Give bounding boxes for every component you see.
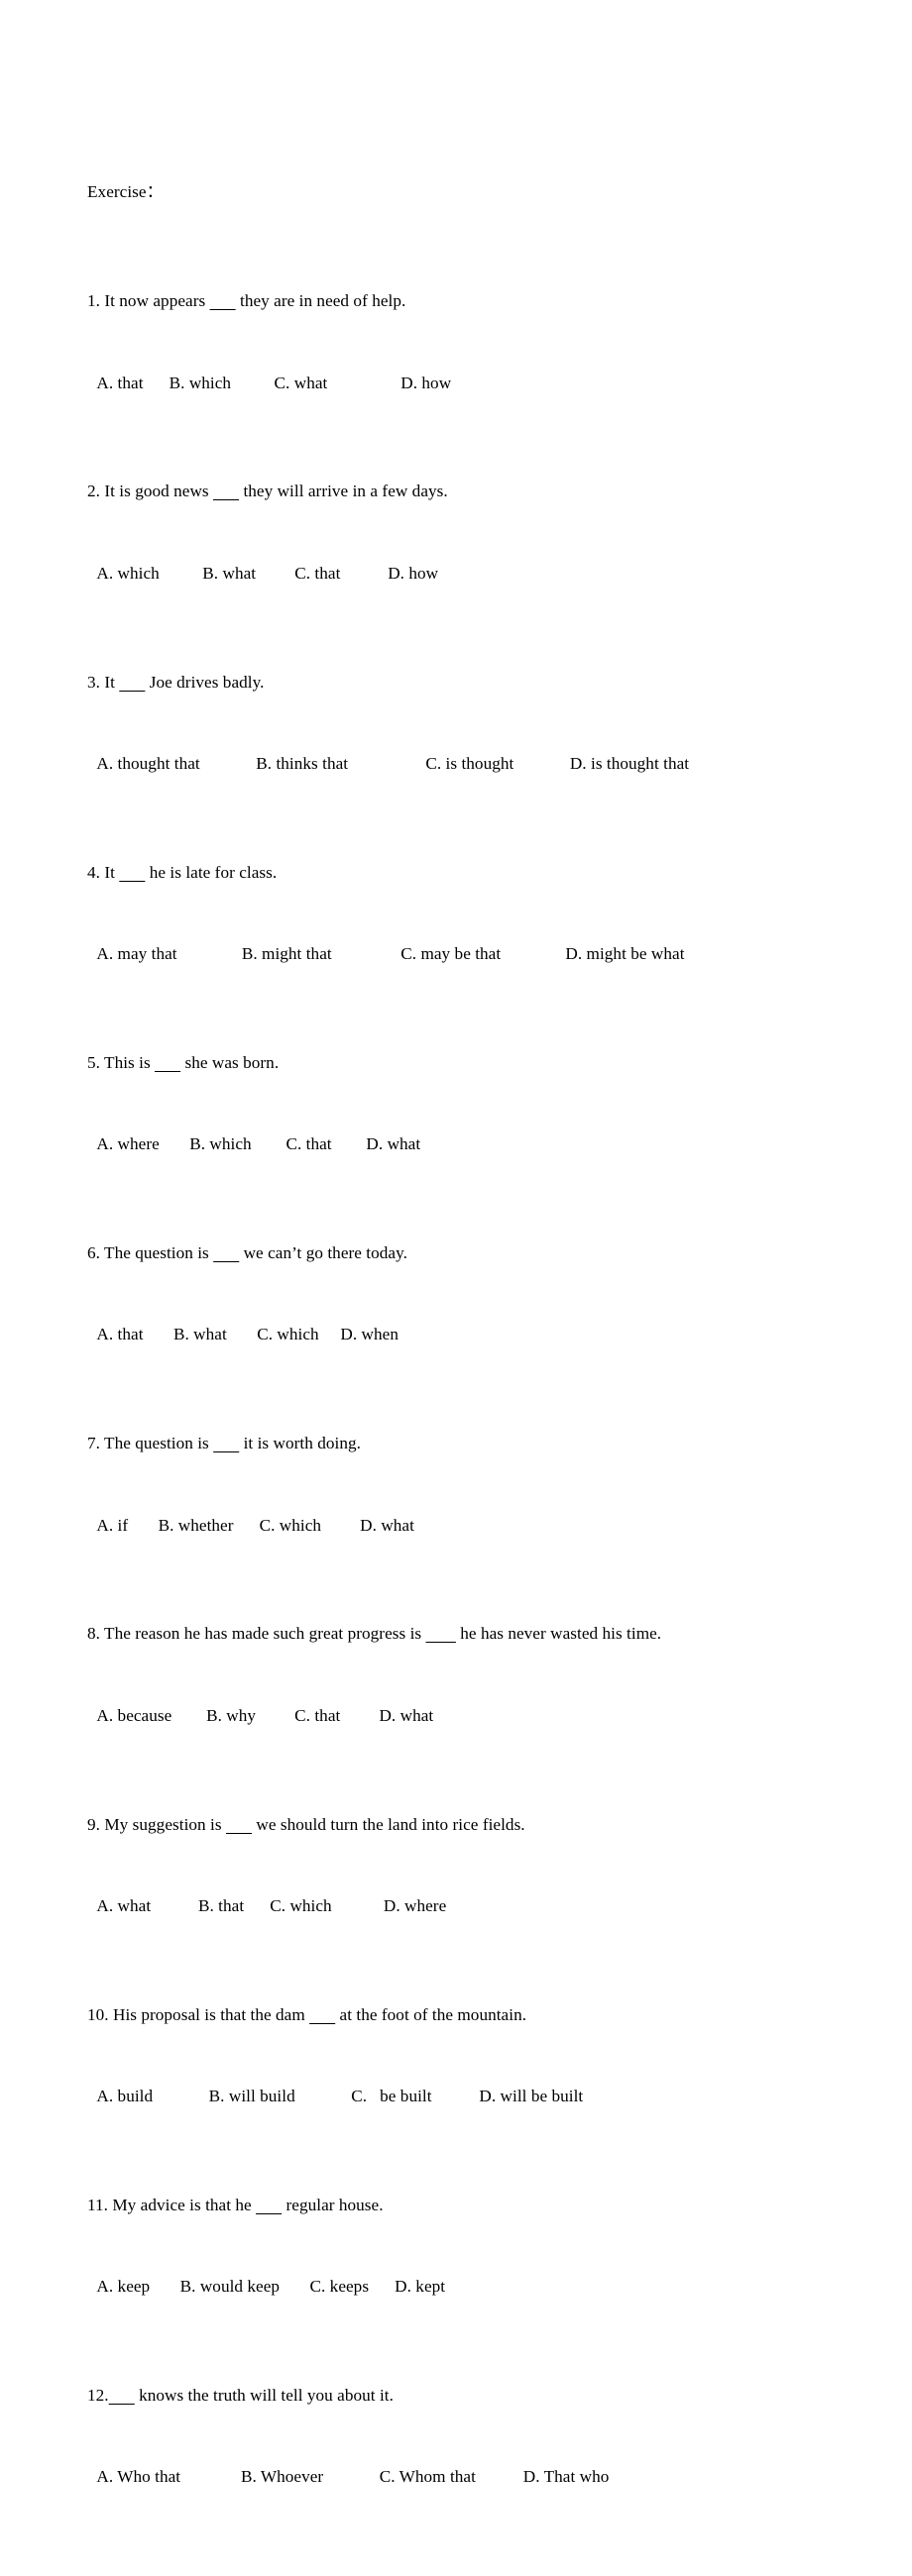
answer-blank bbox=[256, 2196, 282, 2214]
question-6-options[interactable]: A. that B. what C. which D. when bbox=[87, 1321, 872, 1347]
question-4-stem: 4. It he is late for class. bbox=[87, 862, 278, 882]
answer-blank bbox=[119, 863, 145, 882]
answer-blank bbox=[213, 482, 239, 500]
question-1-options[interactable]: A. that B. which C. what D. how bbox=[87, 370, 872, 396]
answer-blank bbox=[213, 1243, 239, 1262]
question-3-options[interactable]: A. thought that B. thinks that C. is tho… bbox=[87, 750, 872, 777]
question-7-options[interactable]: A. if B. whether C. which D. what bbox=[87, 1512, 872, 1539]
answer-blank bbox=[210, 291, 236, 310]
question-10-stem: 10. His proposal is that the dam at the … bbox=[87, 2004, 527, 2024]
question-13-stem: 13. We all know the truth the earth goes… bbox=[87, 2572, 872, 2576]
question-11-options[interactable]: A. keep B. would keep C. keeps D. kept bbox=[87, 2273, 872, 2300]
question-12-stem: 12. knows the truth will tell you about … bbox=[87, 2386, 394, 2406]
question-3-stem: 3. It Joe drives badly. bbox=[87, 672, 265, 692]
question-5-stem: 5. This is she was born. bbox=[87, 1052, 280, 1072]
question-9-stem: 9. My suggestion is we should turn the l… bbox=[87, 1814, 525, 1834]
answer-blank bbox=[309, 2005, 335, 2024]
question-5-options[interactable]: A. where B. which C. that D. what bbox=[87, 1130, 872, 1157]
question-1-stem: 1. It now appears they are in need of he… bbox=[87, 291, 406, 311]
answer-blank bbox=[109, 2386, 135, 2405]
document-page: Exercise： 1. It now appears they are in … bbox=[0, 0, 912, 2486]
question-9-options[interactable]: A. what B. that C. which D. where bbox=[87, 1892, 872, 1919]
answer-blank bbox=[425, 1624, 455, 1643]
question-8-options[interactable]: A. because B. why C. that D. what bbox=[87, 1702, 872, 1729]
answer-blank bbox=[213, 1434, 239, 1452]
answer-blank bbox=[155, 1053, 180, 1072]
question-6-stem: 6. The question is we can’t go there tod… bbox=[87, 1243, 407, 1263]
question-7-stem: 7. The question is it is worth doing. bbox=[87, 1434, 361, 1453]
question-2-options[interactable]: A. which B. what C. that D. how bbox=[87, 560, 872, 587]
question-4-options[interactable]: A. may that B. might that C. may be that… bbox=[87, 940, 872, 967]
question-10-options[interactable]: A. build B. will build C. be built D. wi… bbox=[87, 2083, 872, 2109]
question-8-stem: 8. The reason he has made such great pro… bbox=[87, 1624, 662, 1644]
question-11-stem: 11. My advice is that he regular house. bbox=[87, 2195, 384, 2214]
question-2-stem: 2. It is good news they will arrive in a… bbox=[87, 482, 448, 501]
exercise-heading: Exercise： bbox=[87, 182, 164, 202]
answer-blank bbox=[226, 1815, 252, 1834]
question-12-options[interactable]: A. Who that B. Whoever C. Whom that D. T… bbox=[87, 2463, 872, 2490]
exercise-body: Exercise： 1. It now appears they are in … bbox=[87, 97, 872, 2576]
answer-blank bbox=[119, 673, 145, 692]
